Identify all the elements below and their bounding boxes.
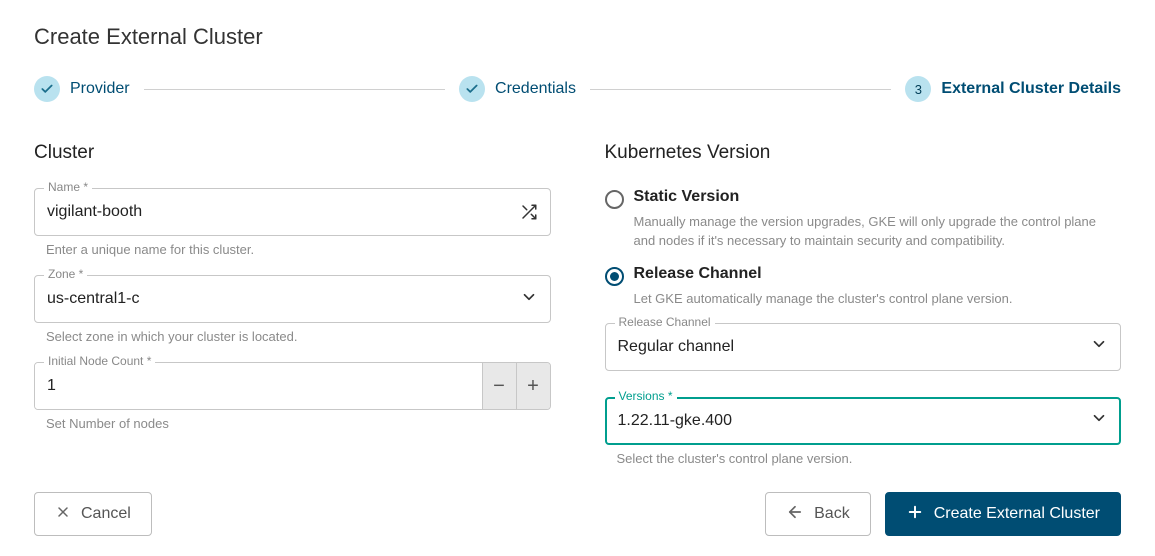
node-count-field-wrapper: Initial Node Count * − + — [34, 362, 551, 410]
radio-checked-icon — [605, 267, 624, 286]
versions-select[interactable]: 1.22.11-gke.400 — [605, 397, 1122, 445]
check-icon — [459, 76, 485, 102]
step-label: Credentials — [495, 80, 576, 98]
step-credentials[interactable]: Credentials — [459, 76, 576, 102]
footer-actions: Cancel Back Create External Cluster — [34, 492, 1121, 536]
step-divider — [144, 89, 445, 90]
radio-release-desc: Let GKE automatically manage the cluster… — [634, 290, 1122, 309]
chevron-down-icon — [1090, 335, 1108, 358]
check-icon — [34, 76, 60, 102]
back-button[interactable]: Back — [765, 492, 871, 536]
back-label: Back — [814, 505, 850, 523]
versions-label: Versions * — [615, 389, 677, 403]
chevron-down-icon — [520, 288, 538, 311]
radio-static-version[interactable]: Static Version — [605, 188, 1122, 209]
zone-select[interactable]: us-central1-c — [34, 275, 551, 323]
radio-unchecked-icon — [605, 190, 624, 209]
arrow-left-icon — [786, 503, 804, 526]
page-title: Create External Cluster — [34, 24, 1121, 50]
increment-button[interactable]: + — [516, 363, 550, 409]
step-number-badge: 3 — [905, 76, 931, 102]
node-count-helper: Set Number of nodes — [46, 416, 551, 431]
node-count-label: Initial Node Count * — [44, 354, 155, 368]
channel-value: Regular channel — [618, 338, 1091, 356]
step-label: External Cluster Details — [941, 80, 1121, 98]
radio-static-desc: Manually manage the version upgrades, GK… — [634, 213, 1122, 251]
cluster-section: Cluster Name * Enter a unique name for t… — [34, 142, 551, 466]
name-label: Name * — [44, 180, 92, 194]
zone-field-wrapper: Zone * us-central1-c — [34, 275, 551, 323]
cancel-label: Cancel — [81, 505, 131, 523]
kubernetes-version-section: Kubernetes Version Static Version Manual… — [605, 142, 1122, 466]
node-count-input[interactable] — [35, 363, 482, 409]
close-icon — [55, 504, 71, 525]
zone-helper: Select zone in which your cluster is loc… — [46, 329, 551, 344]
step-external-cluster-details: 3 External Cluster Details — [905, 76, 1121, 102]
radio-release-title: Release Channel — [634, 265, 762, 283]
channel-field-wrapper: Release Channel Regular channel — [605, 323, 1122, 371]
section-title-k8s: Kubernetes Version — [605, 142, 1122, 164]
shuffle-icon[interactable] — [520, 203, 538, 221]
cancel-button[interactable]: Cancel — [34, 492, 152, 536]
step-divider — [590, 89, 891, 90]
create-label: Create External Cluster — [934, 505, 1100, 523]
name-field-wrapper: Name * — [34, 188, 551, 236]
versions-helper: Select the cluster's control plane versi… — [617, 451, 1122, 466]
channel-label: Release Channel — [615, 315, 715, 329]
create-external-cluster-button[interactable]: Create External Cluster — [885, 492, 1121, 536]
decrement-button[interactable]: − — [482, 363, 516, 409]
versions-value: 1.22.11-gke.400 — [618, 412, 1091, 430]
plus-icon — [906, 503, 924, 526]
name-input[interactable] — [47, 189, 520, 235]
node-count-stepper[interactable]: − + — [34, 362, 551, 410]
step-provider[interactable]: Provider — [34, 76, 130, 102]
section-title-cluster: Cluster — [34, 142, 551, 164]
radio-static-title: Static Version — [634, 188, 740, 206]
zone-value: us-central1-c — [47, 290, 520, 308]
zone-label: Zone * — [44, 267, 87, 281]
step-label: Provider — [70, 80, 130, 98]
name-helper: Enter a unique name for this cluster. — [46, 242, 551, 257]
name-field[interactable] — [34, 188, 551, 236]
versions-field-wrapper: Versions * 1.22.11-gke.400 — [605, 397, 1122, 445]
radio-release-channel[interactable]: Release Channel — [605, 265, 1122, 286]
chevron-down-icon — [1090, 409, 1108, 432]
channel-select[interactable]: Regular channel — [605, 323, 1122, 371]
wizard-stepper: Provider Credentials 3 External Cluster … — [34, 76, 1121, 102]
